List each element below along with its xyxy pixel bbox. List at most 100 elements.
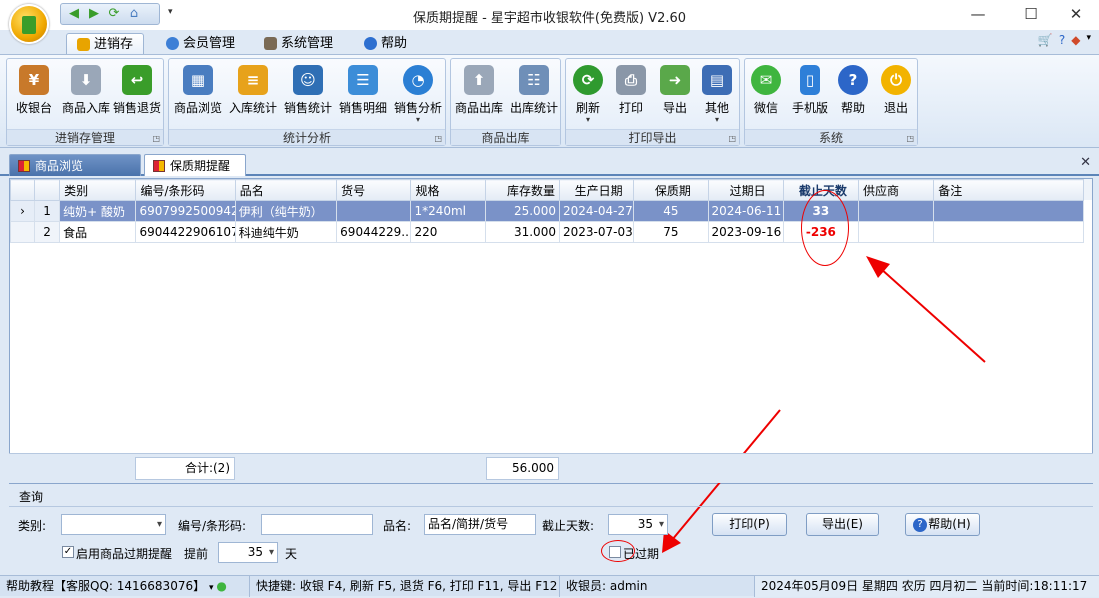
cell-name[interactable]: 科迪纯牛奶 <box>234 221 338 243</box>
stock-out-button[interactable]: ⬆ 商品出库 <box>452 63 506 129</box>
cell-sku[interactable] <box>336 200 412 222</box>
category-select[interactable] <box>61 514 166 535</box>
cell-supplier[interactable] <box>858 200 935 222</box>
cell-sku[interactable]: 69044229... <box>336 221 412 243</box>
footer-total-qty: 56.000 <box>486 457 559 480</box>
query-section-header: 查询 <box>9 487 1093 507</box>
tab-expiry-reminder[interactable]: 保质期提醒 <box>144 154 246 176</box>
cell-barcode[interactable]: 6904422906107 <box>135 221 236 243</box>
cell-expiry-date[interactable]: 2024-06-11 <box>707 200 784 222</box>
group-stock-out: ⬆ 商品出库 ☷ 出库统计 商品出库 <box>450 58 561 146</box>
expired-label: 已过期 <box>623 547 660 561</box>
tab-help[interactable]: 帮助 <box>354 33 417 54</box>
tab-inventory[interactable]: 进销存 <box>66 33 145 54</box>
table-row[interactable]: 2 食品 6904422906107 科迪纯牛奶 69044229... 220… <box>9 221 1084 243</box>
barcode-input[interactable] <box>261 514 373 535</box>
column-header[interactable]: 过期日 <box>707 179 784 201</box>
tab-product-browse[interactable]: 商品浏览 <box>9 154 141 176</box>
cell-shelf-life[interactable]: 75 <box>633 221 709 243</box>
stock-stats-icon: ≡ <box>238 65 268 95</box>
enable-expiry-label: 启用商品过期提醒 <box>76 547 173 561</box>
tab-members[interactable]: 会员管理 <box>156 33 245 54</box>
status-help[interactable]: 帮助教程【客服QQ: 1416683076】 ▾ ● <box>0 576 250 597</box>
title-bar: ◀ ▶ ⟳ ⌂ ▾ 保质期提醒 - 星宇超市收银软件(免费版) V2.60 — … <box>0 0 1099 30</box>
data-table: 类别 编号/条形码 品名 货号 规格 库存数量 生产日期 保质期 过期日 截止天… <box>9 179 1084 243</box>
days-label: 截止天数: <box>542 519 595 533</box>
exit-button[interactable]: ⏻ 退出 <box>869 63 923 129</box>
cell-name[interactable]: 伊利（纯牛奶） <box>234 200 338 222</box>
column-header[interactable]: 备注 <box>933 179 1084 201</box>
sales-analysis-button[interactable]: ◔ 销售分析 ▾ <box>391 63 445 129</box>
product-browse-button[interactable]: ▦ 商品浏览 <box>171 63 225 129</box>
sales-stats-button[interactable]: ☺ 销售统计 <box>281 63 335 129</box>
minimize-button[interactable]: — <box>968 5 988 23</box>
group-launcher-icon[interactable]: ◳ <box>728 134 736 143</box>
cell-category[interactable]: 纯奶+ 酸奶 <box>59 200 137 222</box>
column-header[interactable]: 货号 <box>336 179 412 201</box>
cell-shelf-life[interactable]: 45 <box>633 200 709 222</box>
cell-spec[interactable]: 1*240ml <box>410 200 486 222</box>
cell-expiry-date[interactable]: 2023-09-16 <box>707 221 784 243</box>
maximize-button[interactable]: ☐ <box>1021 5 1041 23</box>
stock-in-stats-button[interactable]: ≡ 入库统计 <box>226 63 280 129</box>
group-launcher-icon[interactable]: ◳ <box>434 134 442 143</box>
help-query-button[interactable]: ? 帮助(H) <box>905 513 980 536</box>
group-print-export: ⟳ 刷新 ▾ ⎙ 打印 ➜ 导出 ▤ 其他 ▾ 打印导出 ◳ <box>565 58 740 146</box>
cell-supplier[interactable] <box>858 221 935 243</box>
tab-system[interactable]: 系统管理 <box>254 33 343 54</box>
return-icon: ↩ <box>122 65 152 95</box>
dropdown-arrow-icon: ▾ <box>714 115 719 124</box>
column-header[interactable]: 保质期 <box>633 179 709 201</box>
out-stats-icon: ☷ <box>519 65 549 95</box>
cashier-button[interactable]: ¥ 收银台 <box>7 63 61 129</box>
cell-production-date[interactable]: 2023-07-03 <box>558 221 635 243</box>
cell-stock[interactable]: 31.000 <box>484 221 560 243</box>
close-tab-icon[interactable]: ✕ <box>1080 155 1091 170</box>
cell-stock[interactable]: 25.000 <box>484 200 560 222</box>
enable-expiry-checkbox[interactable]: ✓ <box>62 546 74 558</box>
sales-return-button[interactable]: ↩ 销售退货 <box>109 63 165 129</box>
vertical-scrollbar[interactable] <box>1083 179 1092 200</box>
group-launcher-icon[interactable]: ◳ <box>906 134 914 143</box>
cart-icon[interactable]: 🛒 <box>1038 33 1053 47</box>
sales-stats-icon: ☺ <box>293 65 323 95</box>
cell-remark[interactable] <box>933 221 1084 243</box>
group-system: ✉ 微信 ▯ 手机版 ? 帮助 ⏻ 退出 系统 ◳ <box>744 58 918 146</box>
group-statistics: ▦ 商品浏览 ≡ 入库统计 ☺ 销售统计 ☰ 销售明细 ◔ 销售分析 ▾ 统计分… <box>168 58 446 146</box>
column-header[interactable]: 生产日期 <box>558 179 635 201</box>
name-label: 品名: <box>383 519 412 533</box>
cell-barcode[interactable]: 6907992500942 <box>135 200 236 222</box>
tools-icon <box>264 37 277 50</box>
close-button[interactable]: ✕ <box>1066 5 1086 23</box>
cell-remark[interactable] <box>933 200 1084 222</box>
advance-days-stepper[interactable]: 35 <box>218 542 278 563</box>
dropdown-arrow-icon: ▾ <box>415 115 420 124</box>
cell-production-date[interactable]: 2024-04-27 <box>558 200 635 222</box>
help-circle-icon[interactable]: ? <box>1059 33 1065 47</box>
sales-detail-button[interactable]: ☰ 销售明细 <box>336 63 390 129</box>
table-row[interactable]: › 1 纯奶+ 酸奶 6907992500942 伊利（纯牛奶） 1*240ml… <box>9 200 1084 222</box>
expired-checkbox[interactable] <box>609 546 621 558</box>
cell-category[interactable]: 食品 <box>59 221 137 243</box>
app-logo[interactable] <box>9 4 49 44</box>
help-icon <box>364 37 377 50</box>
group-inventory-management: ¥ 收银台 ⬇ 商品入库 ↩ 销售退货 进销存管理 ◳ <box>6 58 164 146</box>
theme-icon[interactable]: ◆ <box>1071 33 1080 47</box>
other-button[interactable]: ▤ 其他 ▾ <box>690 63 744 129</box>
stock-out-stats-button[interactable]: ☷ 出库统计 <box>507 63 561 129</box>
column-header[interactable]: 品名 <box>234 179 338 201</box>
group-launcher-icon[interactable]: ◳ <box>152 134 160 143</box>
export-query-button[interactable]: 导出(E) <box>806 513 879 536</box>
name-search-input[interactable]: 品名/简拼/货号 <box>424 514 536 535</box>
column-header[interactable]: 规格 <box>410 179 486 201</box>
cell-spec[interactable]: 220 <box>410 221 486 243</box>
stock-in-button[interactable]: ⬇ 商品入库 <box>57 63 115 129</box>
column-header[interactable]: 类别 <box>59 179 137 201</box>
column-header[interactable]: 库存数量 <box>484 179 560 201</box>
column-header[interactable]: 供应商 <box>858 179 935 201</box>
chevron-down-icon[interactable]: ▾ <box>1086 33 1091 47</box>
column-header[interactable]: 编号/条形码 <box>135 179 236 201</box>
days-stepper[interactable]: 35 <box>608 514 668 535</box>
print-query-button[interactable]: 打印(P) <box>712 513 787 536</box>
advance-label: 提前 <box>184 547 209 561</box>
